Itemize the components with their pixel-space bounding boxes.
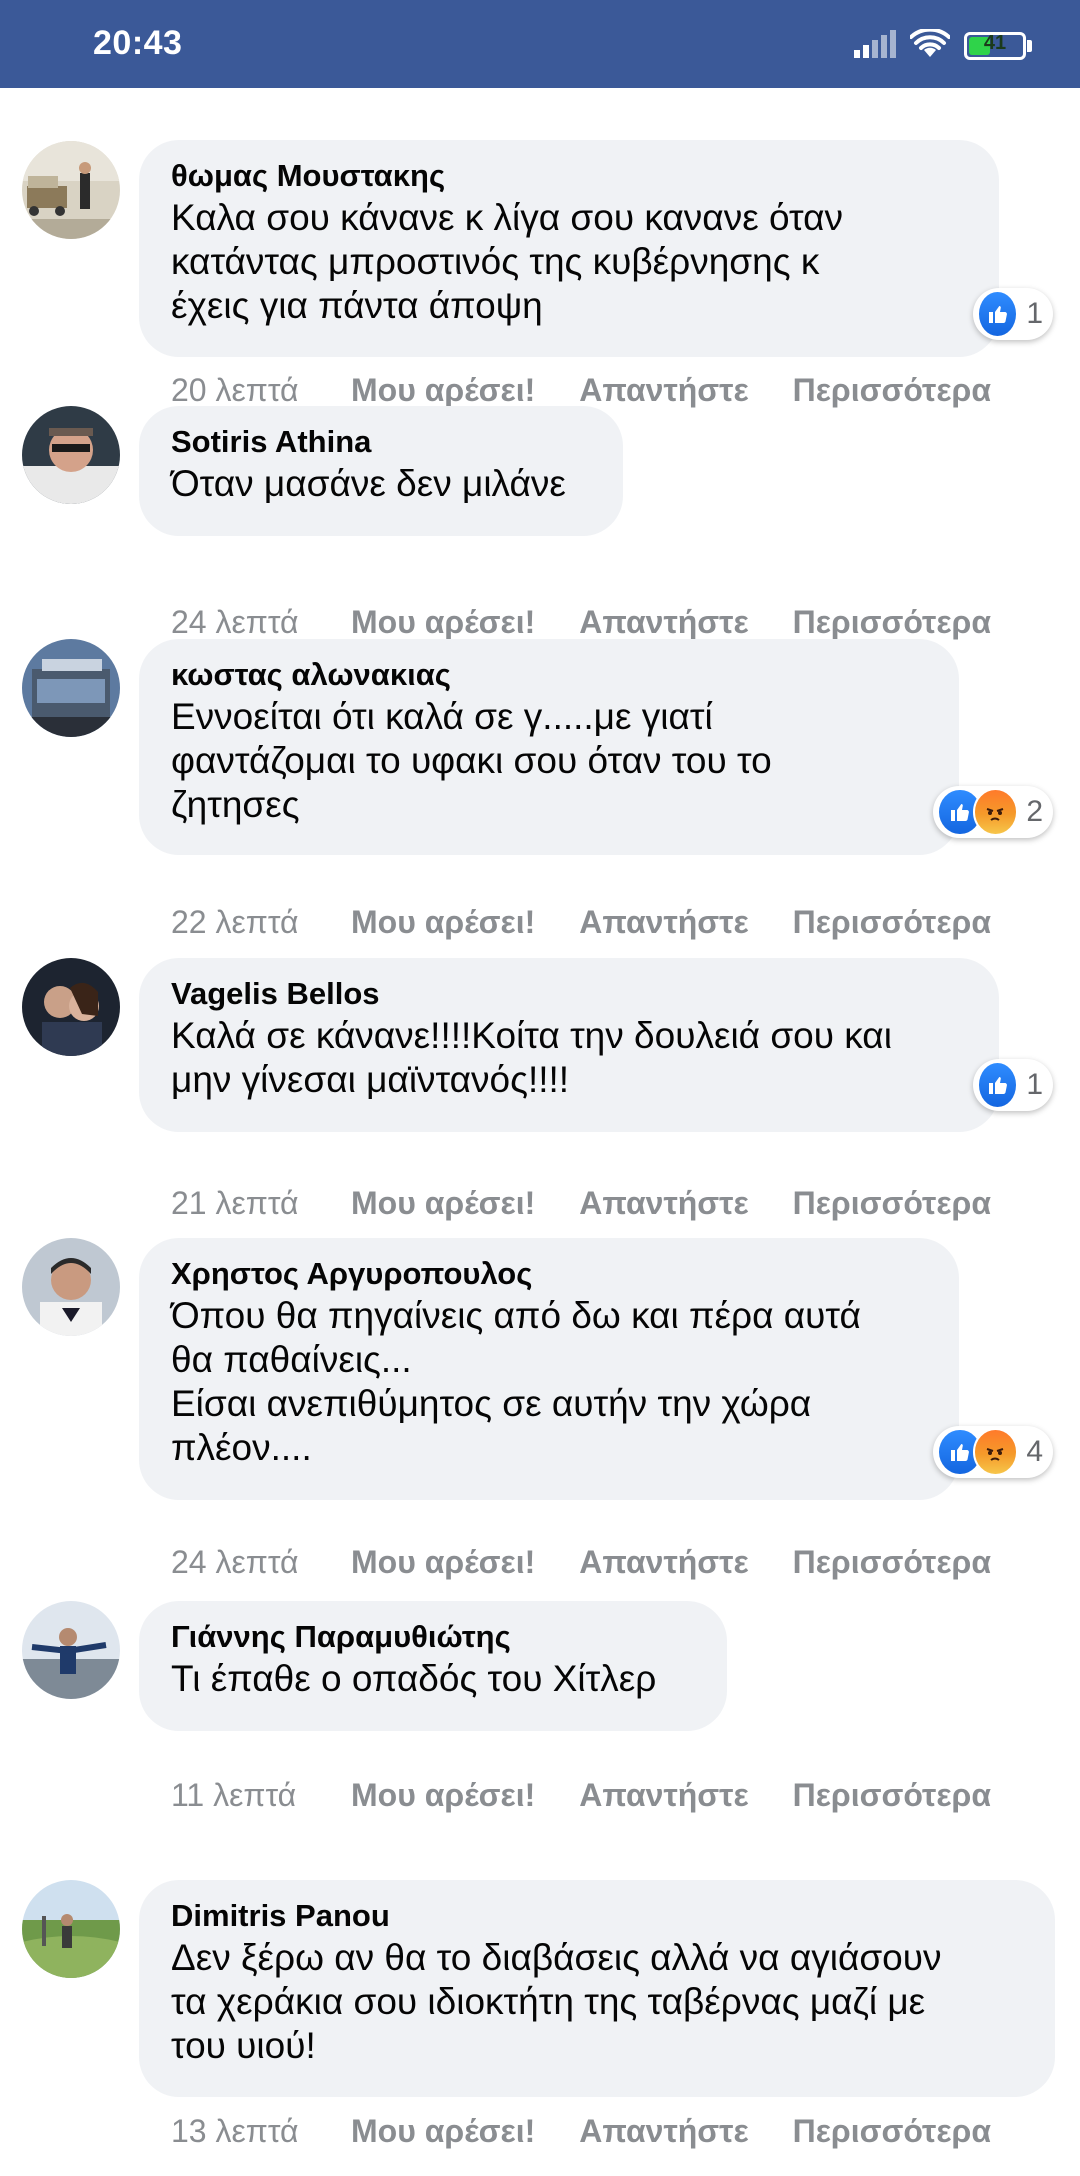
avatar[interactable] [22,141,120,239]
reply-button[interactable]: Απαντήστε [579,1777,748,1814]
like-button[interactable]: Μου αρέσει! [351,2113,535,2150]
comment-author[interactable]: Sotiris Athina [171,422,591,462]
like-reaction-icon [977,1061,1019,1109]
reaction-count: 2 [1026,795,1043,828]
reaction-summary[interactable]: 4 [933,1426,1053,1478]
comment-actions: 22 λεπτά Μου αρέσει! Απαντήστε Περισσότε… [171,902,1035,942]
reply-button[interactable]: Απαντήστε [579,1185,748,1222]
comment-text: Όταν μασάνε δεν μιλάνε [171,463,566,504]
comment-time[interactable]: 11 λεπτά [171,1777,351,1814]
status-bar: 20:43 41 [0,0,1080,88]
like-button[interactable]: Μου αρέσει! [351,1185,535,1222]
more-button[interactable]: Περισσότερα [793,2113,991,2150]
reply-button[interactable]: Απαντήστε [579,904,748,941]
reaction-summary[interactable]: 1 [973,288,1053,340]
like-button[interactable]: Μου αρέσει! [351,604,535,641]
comment-bubble: Sotiris Athina Όταν μασάνε δεν μιλάνε [139,406,623,536]
reaction-summary[interactable]: 2 [933,786,1053,838]
like-button[interactable]: Μου αρέσει! [351,1544,535,1581]
reaction-count: 4 [1026,1435,1043,1468]
comment-author[interactable]: θωμας Μουστακης [171,156,967,196]
reaction-count: 1 [1026,1068,1043,1101]
comment-author[interactable]: Vagelis Bellos [171,974,967,1014]
angry-reaction-icon [972,788,1019,836]
avatar[interactable] [22,1880,120,1978]
comment-author[interactable]: κωστας αλωνακιας [171,655,927,695]
reply-button[interactable]: Απαντήστε [579,1544,748,1581]
comment-text: Δεν ξέρω αν θα το διαβάσεις αλλά να αγιά… [171,1937,942,2066]
signal-icon [854,29,896,63]
comment-text: Όπου θα πηγαίνεις από δω και πέρα αυτά θ… [171,1295,861,1468]
angry-reaction-icon [972,1428,1019,1476]
status-icons: 41 [854,27,1032,64]
comment-time[interactable]: 13 λεπτά [171,2113,351,2150]
comment-time[interactable]: 24 λεπτά [171,604,351,641]
comment-bubble: Vagelis Bellos Καλά σε κάνανε!!!!Κοίτα τ… [139,958,999,1132]
more-button[interactable]: Περισσότερα [793,1777,991,1814]
comment-actions: 11 λεπτά Μου αρέσει! Απαντήστε Περισσότε… [171,1775,1035,1815]
more-button[interactable]: Περισσότερα [793,1185,991,1222]
comment-bubble: Χρηστος Αργυροπουλος Όπου θα πηγαίνεις α… [139,1238,959,1500]
more-button[interactable]: Περισσότερα [793,1544,991,1581]
like-button[interactable]: Μου αρέσει! [351,372,535,409]
comment-actions: 20 λεπτά Μου αρέσει! Απαντήστε Περισσότε… [171,370,1035,410]
avatar[interactable] [22,958,120,1056]
comment-actions: 24 λεπτά Μου αρέσει! Απαντήστε Περισσότε… [171,1542,1035,1582]
comment-bubble: κωστας αλωνακιας Εννοείται ότι καλά σε γ… [139,639,959,855]
avatar[interactable] [22,406,120,504]
reply-button[interactable]: Απαντήστε [579,372,748,409]
comment-author[interactable]: Χρηστος Αργυροπουλος [171,1254,927,1294]
comment-bubble: Dimitris Panou Δεν ξέρω αν θα το διαβάσε… [139,1880,1055,2097]
comment-time[interactable]: 24 λεπτά [171,1544,351,1581]
comment-bubble: Γιάννης Παραμυθιώτης Τι έπαθε ο οπαδός τ… [139,1601,727,1731]
reply-button[interactable]: Απαντήστε [579,604,748,641]
battery-icon: 41 [964,32,1032,60]
avatar[interactable] [22,1238,120,1336]
reaction-summary[interactable]: 1 [973,1059,1053,1111]
comment-time[interactable]: 21 λεπτά [171,1185,351,1222]
avatar[interactable] [22,1601,120,1699]
like-reaction-icon [977,290,1019,338]
comment-actions: 24 λεπτά Μου αρέσει! Απαντήστε Περισσότε… [171,602,1035,642]
comment-time[interactable]: 22 λεπτά [171,904,351,941]
battery-level: 41 [983,32,1007,54]
comment-bubble: θωμας Μουστακης Καλα σου κάνανε κ λίγα σ… [139,140,999,357]
status-time: 20:43 [93,24,183,62]
comment-time[interactable]: 20 λεπτά [171,372,351,409]
comment-author[interactable]: Dimitris Panou [171,1896,1023,1936]
comment-text: Καλα σου κάνανε κ λίγα σου κανανε όταν κ… [171,197,843,326]
comment-text: Καλά σε κάνανε!!!!Κοίτα την δουλειά σου … [171,1015,892,1100]
like-button[interactable]: Μου αρέσει! [351,1777,535,1814]
comment-author[interactable]: Γιάννης Παραμυθιώτης [171,1617,695,1657]
comment-actions: 21 λεπτά Μου αρέσει! Απαντήστε Περισσότε… [171,1183,1035,1223]
comment-text: Εννοείται ότι καλά σε γ.....με γιατί φαν… [171,696,772,825]
more-button[interactable]: Περισσότερα [793,904,991,941]
like-button[interactable]: Μου αρέσει! [351,904,535,941]
more-button[interactable]: Περισσότερα [793,372,991,409]
wifi-icon [909,27,951,64]
comment-actions: 13 λεπτά Μου αρέσει! Απαντήστε Περισσότε… [171,2111,1035,2151]
avatar[interactable] [22,639,120,737]
comment-text: Τι έπαθε ο οπαδός του Χίτλερ [171,1658,657,1699]
reaction-count: 1 [1026,297,1043,330]
more-button[interactable]: Περισσότερα [793,604,991,641]
reply-button[interactable]: Απαντήστε [579,2113,748,2150]
